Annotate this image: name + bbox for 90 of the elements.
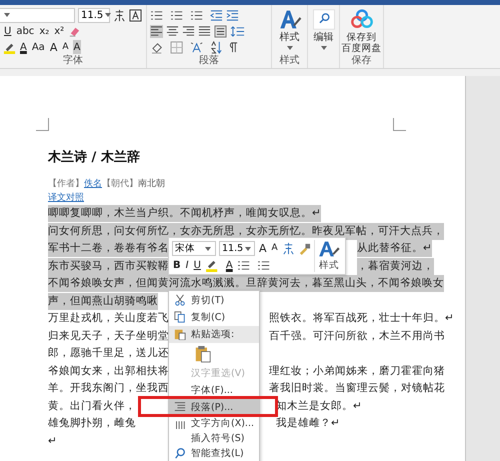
- menu-item[interactable]: 字体(F)...: [169, 382, 259, 398]
- poem-text: 唧唧复唧唧，木兰当户织。不闻机杼声，唯闻女叹息。↵: [48, 205, 321, 222]
- caret-icon[interactable]: [205, 246, 211, 250]
- format-button[interactable]: x²: [53, 24, 66, 38]
- author-link[interactable]: 佚名: [84, 179, 102, 189]
- font-size-field[interactable]: 11.5: [78, 8, 110, 22]
- styles-icon: [317, 240, 341, 258]
- styles-button[interactable]: 样式: [314, 240, 343, 272]
- grow-font-button[interactable]: A: [258, 242, 268, 256]
- crop-mark: [393, 118, 406, 131]
- clipboard-icon: [174, 328, 186, 340]
- caret-icon[interactable]: [4, 13, 10, 17]
- align-center-icon[interactable]: [166, 24, 179, 38]
- poem-text: 不闻爷娘唤女声，但闻黄河流水鸣溅溅。旦辞黄河去，暮至黑山头，不闻爷娘唤女: [48, 275, 444, 292]
- character-border-icon[interactable]: [129, 8, 142, 22]
- save-to-cloud-button[interactable]: 保存到 百度网盘: [342, 9, 382, 54]
- shrink-font-button[interactable]: A: [61, 40, 70, 54]
- poem-title: 木兰诗 / 木兰辞: [48, 150, 140, 166]
- poem-text: 雄兔脚扑朔，雌兔: [48, 416, 136, 432]
- search-icon: [174, 447, 186, 459]
- menu-item[interactable]: 剪切(T): [169, 292, 259, 308]
- underline-button[interactable]: U: [192, 258, 202, 272]
- decrease-indent-icon[interactable]: [210, 8, 223, 22]
- group-label: 样式: [278, 55, 300, 67]
- align-right-icon[interactable]: [182, 24, 195, 38]
- poem-text: 军书十二卷，卷卷有爷名: [48, 240, 169, 258]
- editing-button[interactable]: 编辑: [312, 9, 336, 52]
- poem-text: 理红妆；小弟闻姊来，磨刀霍霍向猪: [269, 364, 445, 379]
- styles-button[interactable]: 样式: [278, 9, 302, 52]
- phonetic-guide-icon[interactable]: [113, 8, 126, 22]
- scissors-icon: [174, 294, 186, 306]
- poem-text: 归来见天子，天子坐明堂: [48, 328, 169, 344]
- styles-icon: [278, 9, 302, 30]
- grow-font-button[interactable]: A: [48, 40, 58, 54]
- poem-text: 万里赴戎机，关山度若飞: [48, 311, 169, 326]
- menu-item[interactable]: 智能查找(L): [169, 446, 259, 460]
- shrink-font-button[interactable]: A: [270, 242, 279, 256]
- menu-header: 粘贴选项:: [191, 328, 234, 340]
- font-size-field[interactable]: 11.5: [219, 241, 255, 256]
- poem-text: 百千强。可汗问所欲，木兰不用尚书: [269, 328, 445, 344]
- caret-icon[interactable]: [320, 46, 326, 50]
- poem-text: ，暮宿黄河边，: [357, 258, 434, 275]
- font-name-field[interactable]: [0, 8, 75, 22]
- font-name-field[interactable]: 宋体: [172, 241, 216, 256]
- paragraph-icon: [174, 401, 186, 413]
- phonetic-guide-icon[interactable]: [282, 242, 295, 255]
- increase-indent-icon[interactable]: [226, 8, 239, 22]
- menu-item[interactable]: 文字方向(X)...: [169, 416, 259, 430]
- translation-link[interactable]: 译文对照: [48, 192, 84, 205]
- poem-text: 郎，愿驰千里足，送儿还: [48, 346, 169, 362]
- poem-text: 照铁衣。将军百战死，壮士十年归。↵: [269, 311, 454, 326]
- poem-text: 著我旧时裳。当窗理云鬓，对镜帖花: [269, 381, 445, 396]
- line-spacing-icon[interactable]: [230, 24, 247, 38]
- format-button[interactable]: abc: [15, 24, 36, 38]
- paste-icon[interactable]: [195, 344, 211, 362]
- group-label: 段落: [198, 55, 220, 67]
- poem-text: 东市买骏马，西市买鞍鞯: [48, 258, 169, 275]
- justify-icon[interactable]: [198, 24, 211, 38]
- menu-item[interactable]: 复制(C): [169, 308, 259, 326]
- format-button[interactable]: x₂: [38, 24, 50, 38]
- caret-icon[interactable]: [245, 246, 252, 250]
- format-button[interactable]: U: [3, 24, 12, 38]
- align-left-icon[interactable]: [150, 24, 163, 38]
- change-case-button[interactable]: Aa: [30, 40, 46, 54]
- poem-text: 我是雄雌？↵: [276, 416, 340, 432]
- bold-button[interactable]: B: [172, 258, 182, 272]
- search-icon: [312, 9, 336, 30]
- crop-mark: [36, 118, 49, 131]
- menu-item[interactable]: 插入符号(S): [169, 430, 259, 446]
- copy-icon: [174, 311, 186, 323]
- format-painter-icon[interactable]: [298, 242, 311, 255]
- group-label: 字体: [62, 55, 84, 67]
- author-line: 【作者】佚名【朝代】南北朝: [48, 178, 165, 190]
- poem-text: 问女何所思，问女何所忆，女亦无所思，女亦无所忆。昨夜见军帖，可汗大点兵，: [48, 222, 444, 240]
- poem-text: 声，但闻燕山胡骑鸣啾: [48, 292, 158, 310]
- poem-text: 爷娘闻女来，出郭相扶将: [48, 364, 169, 379]
- font-color-button[interactable]: A: [19, 40, 28, 54]
- poem-text: ↵: [48, 434, 57, 449]
- distributed-icon[interactable]: [214, 24, 227, 38]
- caret-icon[interactable]: [105, 13, 112, 17]
- cloud-logo-icon: [350, 9, 374, 30]
- italic-button[interactable]: I: [184, 258, 190, 272]
- poem-text: 羊。开我东阁门，坐我西: [48, 381, 169, 396]
- group-label: 保存: [350, 55, 372, 67]
- character-shading-button[interactable]: A: [72, 40, 82, 54]
- caret-icon[interactable]: [286, 46, 292, 50]
- font-color-button[interactable]: A: [224, 258, 234, 272]
- sort-icon[interactable]: [210, 40, 223, 54]
- poem-text: 从此替爷征。↵: [357, 240, 432, 258]
- poem-text: 黄。出门看火伴，: [48, 398, 136, 414]
